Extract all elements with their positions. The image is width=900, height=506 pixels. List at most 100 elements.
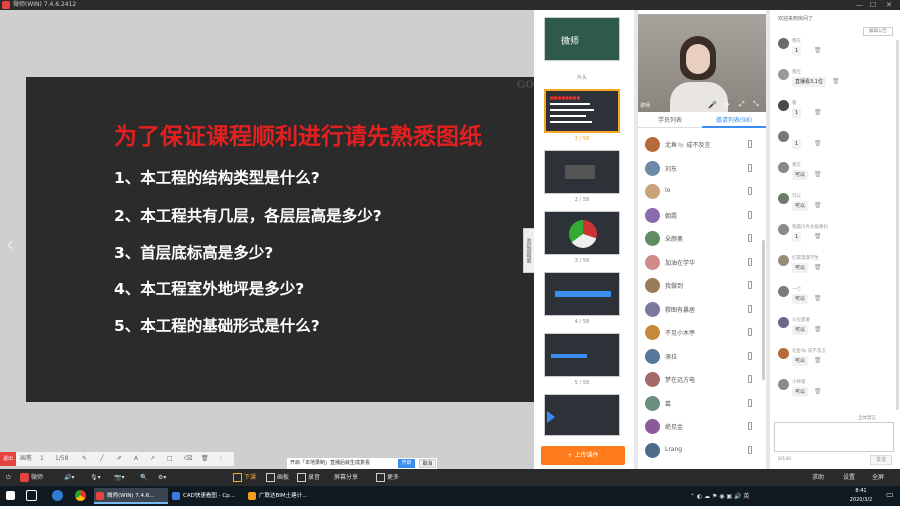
user-row[interactable]: 葛: [638, 393, 766, 415]
thumbnail-slide[interactable]: [544, 394, 620, 436]
delete-icon[interactable]: 🗑: [832, 78, 840, 85]
maximize-icon[interactable]: ☐: [870, 0, 876, 10]
mic-setting-icon[interactable]: 🎙▾: [90, 472, 101, 483]
start-icon[interactable]: [6, 491, 15, 500]
avatar: [778, 193, 789, 204]
delete-icon[interactable]: 🗑: [814, 388, 822, 395]
end-class-button[interactable]: 下课: [233, 472, 256, 483]
exit-annotation-button[interactable]: 退出: [0, 452, 16, 466]
user-row[interactable]: lo: [638, 181, 766, 203]
delete-icon[interactable]: 🗑: [814, 326, 822, 333]
delete-icon[interactable]: 🗑: [814, 47, 822, 54]
mute-all-option[interactable]: 全体禁言: [858, 415, 876, 421]
edit-notice-button[interactable]: 编辑公告: [863, 27, 893, 36]
power-icon[interactable]: ⏻: [6, 472, 11, 483]
user-row[interactable]: 我做到: [638, 275, 766, 297]
user-name: 穆图有暴居: [665, 306, 696, 314]
task-view-icon[interactable]: [26, 490, 37, 501]
fullscreen-icon[interactable]: ⤡: [753, 100, 759, 109]
text-icon[interactable]: A: [134, 454, 138, 464]
expand-icon[interactable]: ⤢: [739, 100, 745, 109]
chat-scrollbar[interactable]: [896, 40, 899, 410]
pen-icon[interactable]: ✐: [117, 454, 122, 464]
thumbnail-title-mark: ■■■■■■■■: [550, 95, 581, 100]
more-icon[interactable]: ⋮: [218, 454, 224, 464]
user-name: 朵颜奥: [665, 236, 684, 243]
more-button[interactable]: 更多: [376, 472, 399, 483]
chat-input[interactable]: [774, 422, 894, 452]
beauty-icon[interactable]: ⚙▾: [158, 472, 166, 483]
slide-question: 3、首层底标高是多少?: [114, 244, 274, 262]
user-row[interactable]: 绝见金: [638, 416, 766, 438]
user-name: lo: [665, 187, 671, 194]
screen-share-button[interactable]: 屏幕分享: [334, 472, 358, 483]
tab-students[interactable]: 学员列表: [638, 114, 702, 128]
delete-icon[interactable]: 🗑: [814, 295, 822, 302]
pencil-icon[interactable]: ✎: [82, 454, 87, 464]
taskbar-app-cad[interactable]: CAD快速看图 - Cp...: [170, 488, 244, 504]
delete-icon[interactable]: 🗑: [814, 171, 822, 178]
user-row[interactable]: 梦在远方电: [638, 369, 766, 391]
system-tray-icons[interactable]: ⌃ ◐ ☁ ⚑ ◉ ▣ 🔊 英: [690, 491, 749, 500]
delete-icon[interactable]: 🗑: [814, 233, 822, 240]
record-button[interactable]: 录音: [297, 472, 320, 483]
switch-camera-icon[interactable]: ⟳: [724, 101, 730, 109]
upload-courseware-button[interactable]: + 上传课件: [541, 446, 625, 465]
user-row[interactable]: 加油在学华: [638, 252, 766, 274]
mic-icon[interactable]: 🎤: [708, 101, 717, 109]
line-icon[interactable]: ╱: [100, 454, 104, 464]
user-row[interactable]: 朝霞: [638, 205, 766, 227]
message-bubble: 可以: [792, 201, 809, 211]
edge-icon[interactable]: [52, 490, 63, 501]
camera-setting-icon[interactable]: 📷▾: [114, 472, 124, 483]
minimize-icon[interactable]: —: [856, 0, 863, 10]
user-name: 不见小木亭: [665, 330, 696, 337]
arrow-icon[interactable]: ↗: [150, 454, 155, 464]
settings-button[interactable]: 设置: [843, 472, 855, 483]
rectangle-icon[interactable]: □: [167, 454, 173, 464]
clock[interactable]: 8:41 2020/3/2: [843, 487, 879, 505]
trash-icon[interactable]: 🗑: [201, 454, 209, 464]
taskbar-app-weishi[interactable]: 微师(WIN) 7.4.6...: [94, 488, 168, 504]
device-icon: [748, 234, 752, 242]
eraser-icon[interactable]: ⌫: [184, 454, 192, 464]
hint-enable-button[interactable]: 开启: [398, 459, 415, 468]
notification-icon[interactable]: ▭: [886, 490, 894, 499]
user-list-scrollbar[interactable]: [762, 240, 765, 380]
delete-icon[interactable]: 🗑: [814, 202, 822, 209]
user-row[interactable]: 不见小木亭: [638, 322, 766, 344]
user-row[interactable]: 刘东: [638, 158, 766, 180]
hint-cancel-button[interactable]: 取消: [419, 459, 436, 468]
chrome-icon[interactable]: [75, 490, 86, 501]
brand-logo: 微师: [20, 472, 43, 483]
whiteboard-button[interactable]: 画板: [266, 472, 289, 483]
delete-icon[interactable]: 🗑: [814, 109, 822, 116]
thumbnail-cover[interactable]: 微师: [544, 17, 620, 61]
user-row[interactable]: 朵颜奥: [638, 228, 766, 250]
delete-icon[interactable]: 🗑: [814, 357, 822, 364]
delete-icon[interactable]: 🗑: [814, 264, 822, 271]
collapse-thumbnails-button[interactable]: 收起缩略图: [523, 228, 534, 273]
thumbnail-slide[interactable]: [544, 333, 620, 377]
close-icon[interactable]: ✕: [886, 0, 892, 10]
taskbar-app-glodon[interactable]: 广联达BIM土建计...: [246, 488, 320, 504]
tab-invites[interactable]: 邀请列表(98): [702, 114, 766, 128]
thumbnail-slide[interactable]: [544, 150, 620, 194]
thumbnail-slide[interactable]: ■■■■■■■■: [544, 89, 620, 133]
user-row[interactable]: Lrang: [638, 440, 766, 462]
fullscreen-button[interactable]: 全屏: [872, 472, 884, 483]
zoom-icon[interactable]: 🔍: [140, 472, 147, 483]
pen-tool[interactable]: 画笔: [20, 454, 32, 464]
slide-watermark: GO: [516, 80, 534, 91]
send-button[interactable]: 发送: [870, 455, 892, 465]
help-button[interactable]: 求助: [812, 472, 824, 483]
prev-slide-icon[interactable]: ‹: [6, 232, 14, 256]
thumbnail-slide[interactable]: [544, 272, 620, 316]
user-row[interactable]: 北鱼🐚 成不及言: [638, 134, 766, 156]
pen-size[interactable]: 1: [40, 454, 44, 464]
delete-icon[interactable]: 🗑: [814, 140, 822, 147]
volume-icon[interactable]: 🔊▾: [64, 472, 74, 483]
user-row[interactable]: 涿拉: [638, 346, 766, 368]
thumbnail-slide[interactable]: [544, 211, 620, 255]
user-row[interactable]: 穆图有暴居: [638, 299, 766, 321]
